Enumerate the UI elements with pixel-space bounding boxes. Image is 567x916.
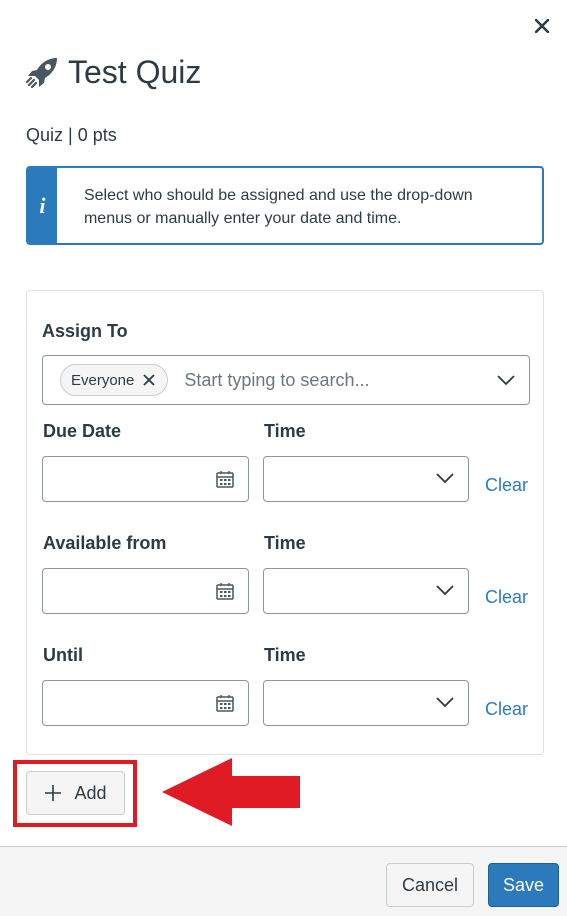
assign-to-label: Assign To <box>42 321 128 341</box>
available-from-input[interactable] <box>42 568 249 614</box>
calendar-icon[interactable] <box>216 582 234 600</box>
available-time-select[interactable] <box>263 568 469 614</box>
rocket-icon <box>26 58 57 89</box>
title-row: Test Quiz <box>26 52 201 92</box>
clear-until-button[interactable]: Clear <box>485 699 528 720</box>
chevron-down-icon[interactable] <box>497 375 515 385</box>
add-button[interactable]: Add <box>26 771 125 815</box>
chevron-down-icon <box>436 473 454 483</box>
due-time-label: Time <box>264 421 306 441</box>
plus-icon <box>44 784 62 802</box>
calendar-icon[interactable] <box>216 694 234 712</box>
until-label: Until <box>43 645 83 665</box>
remove-tag-icon[interactable] <box>143 374 156 386</box>
due-date-label: Due Date <box>43 421 122 441</box>
info-icon: i <box>28 168 57 243</box>
assignee-tag[interactable]: Everyone <box>60 364 169 396</box>
due-date-input[interactable] <box>42 456 249 502</box>
info-text: Select who should be assigned and use th… <box>83 187 473 227</box>
until-time-label: Time <box>264 645 306 665</box>
due-time-select[interactable] <box>263 456 469 502</box>
clear-due-button[interactable]: Clear <box>485 475 528 496</box>
save-button[interactable]: Save <box>488 863 559 907</box>
info-icon-letter: i <box>39 192 46 218</box>
info-alert: i Select who should be assigned and use … <box>26 166 544 245</box>
until-date-input[interactable] <box>42 680 249 726</box>
quiz-meta: Quiz | 0 pts <box>26 125 117 145</box>
chevron-down-icon <box>436 585 454 595</box>
assign-search-placeholder[interactable]: Start typing to search... <box>184 370 497 391</box>
close-icon <box>535 19 549 33</box>
add-button-label: Add <box>74 782 107 803</box>
cancel-button[interactable]: Cancel <box>386 863 474 907</box>
calendar-icon[interactable] <box>216 470 234 488</box>
until-time-select[interactable] <box>263 680 469 726</box>
available-from-label: Available from <box>43 533 167 553</box>
assignment-card: Assign To Everyone Start typing to searc… <box>26 290 544 755</box>
assignee-tag-label: Everyone <box>71 371 135 389</box>
dialog-footer: Cancel Save <box>0 846 567 916</box>
chevron-down-icon <box>436 697 454 707</box>
available-time-label: Time <box>264 533 306 553</box>
clear-available-button[interactable]: Clear <box>485 587 528 608</box>
page-title: Test Quiz <box>68 53 202 90</box>
red-arrow-annotation <box>162 758 300 826</box>
close-button[interactable] <box>530 14 554 38</box>
assign-to-input[interactable]: Everyone Start typing to search... <box>42 355 530 405</box>
